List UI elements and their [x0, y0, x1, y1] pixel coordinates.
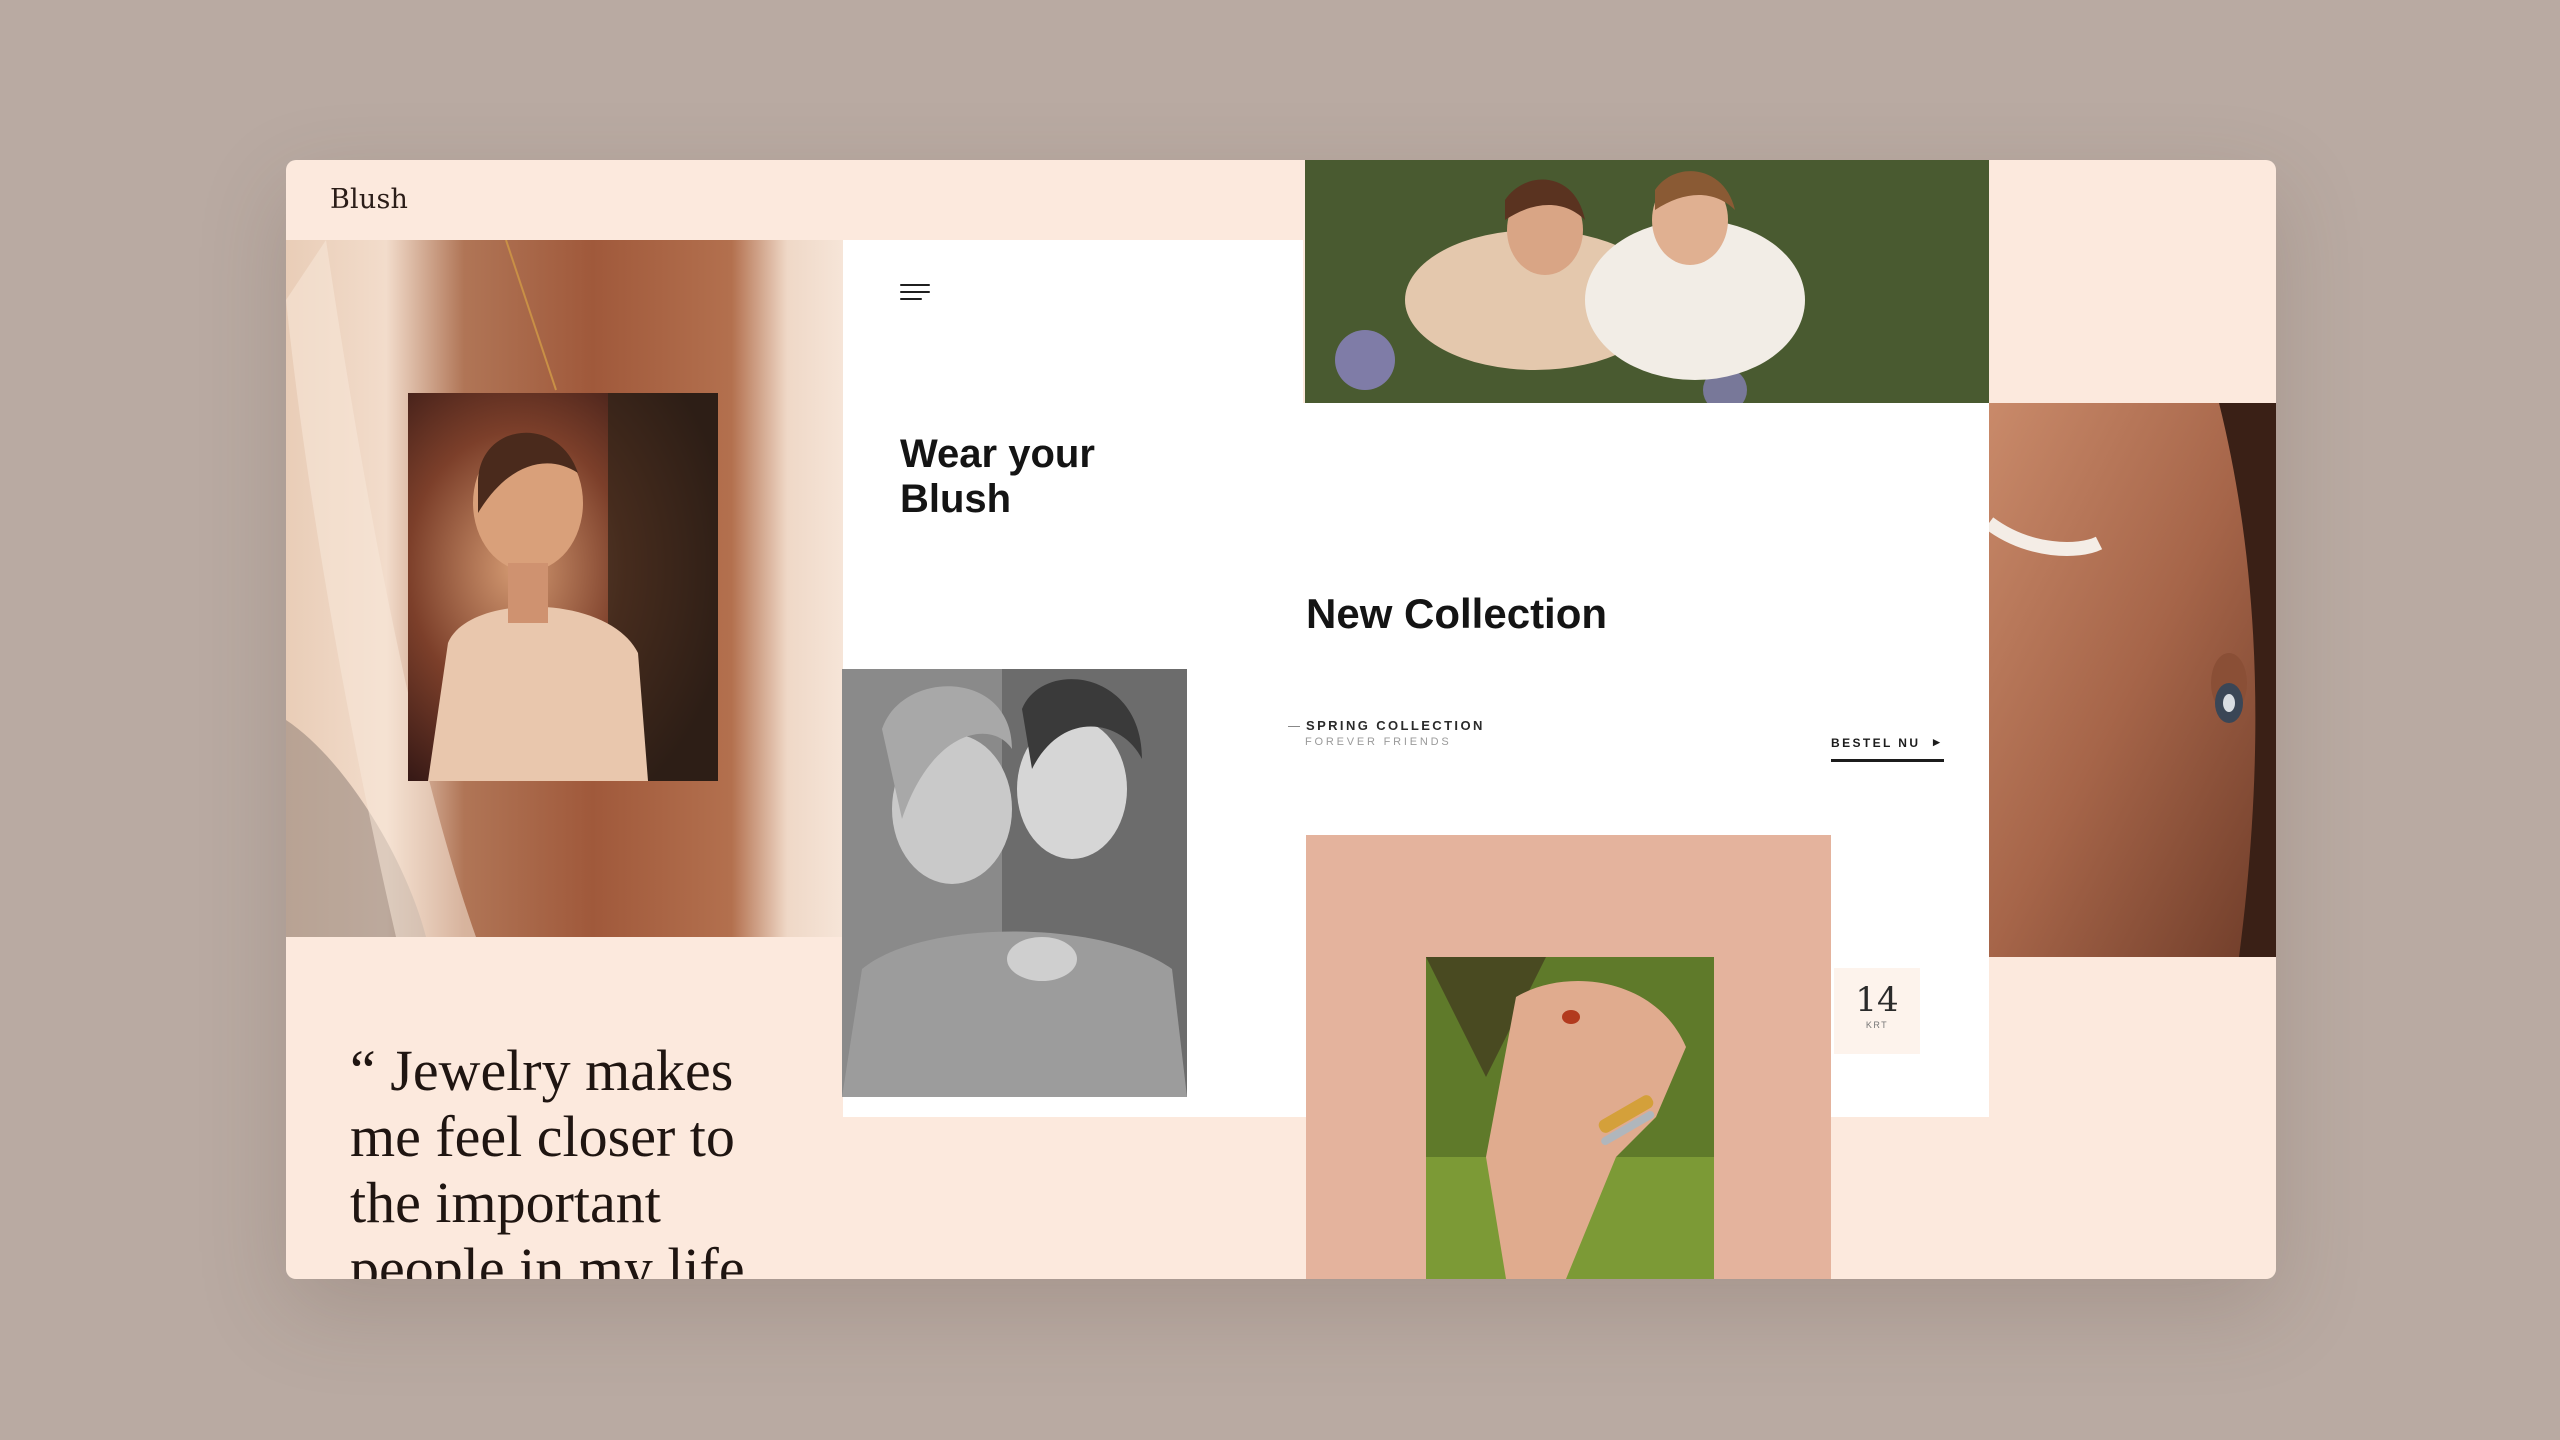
collection-label-text: SPRING COLLECTION	[1306, 718, 1485, 733]
hero-headline: Wear your Blush	[900, 432, 1095, 521]
carat-unit: KRT	[1865, 1020, 1889, 1030]
collection-sublabel: FOREVER FRIENDS	[1305, 736, 1452, 748]
ring-hand-photo	[1426, 957, 1714, 1279]
portrait-woman-photo	[408, 393, 718, 781]
friends-flowers-photo	[1305, 160, 1989, 403]
chevron-right-icon: ▸	[1933, 734, 1942, 749]
order-now-button[interactable]: BESTEL NU ▸	[1831, 734, 1944, 762]
carat-value: 14	[1855, 980, 1899, 1020]
hamburger-menu-icon[interactable]	[900, 284, 930, 302]
dash-icon	[1288, 725, 1300, 728]
brand-logo[interactable]: Blush	[330, 184, 408, 215]
page-frame: Blush Wear your Blush New Collection SPR…	[286, 160, 2276, 1279]
carat-badge: 14 KRT	[1834, 968, 1920, 1054]
testimonial-quote: “ Jewelry makes me feel closer to the im…	[350, 1038, 745, 1279]
order-now-label: BESTEL NU	[1831, 736, 1921, 750]
collection-label: SPRING COLLECTION	[1288, 718, 1485, 733]
collection-title: New Collection	[1306, 590, 1608, 637]
earring-closeup-photo	[1989, 403, 2276, 957]
collection-meta: SPRING COLLECTION FOREVER FRIENDS	[1288, 718, 1485, 748]
friends-bw-photo	[842, 669, 1187, 1097]
